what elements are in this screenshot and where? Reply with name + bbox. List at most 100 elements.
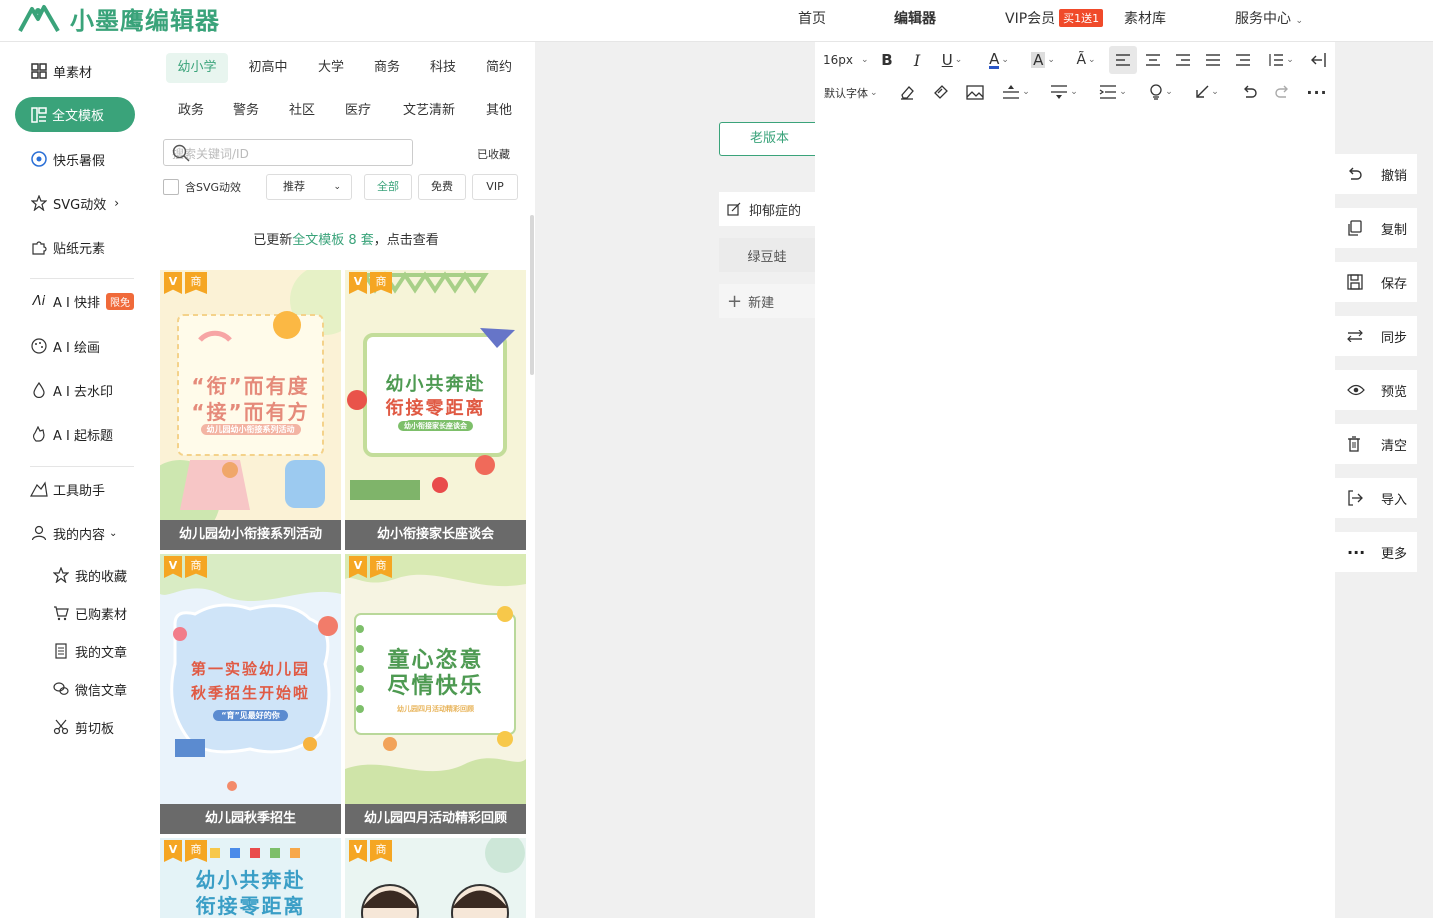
document-item[interactable]: 绿豆蛙 bbox=[719, 238, 815, 272]
arrow-down-left-icon[interactable]: ⌄ bbox=[1189, 82, 1225, 102]
eraser-icon[interactable] bbox=[897, 82, 917, 102]
template-card[interactable]: 第一实验幼儿园 秋季招生开始啦 “育”见最好的你 V商 幼儿园秋季招生 bbox=[160, 554, 341, 834]
export-icon[interactable] bbox=[1307, 50, 1329, 70]
font-size-select[interactable]: 16px ⌄ bbox=[823, 53, 869, 67]
undo-button[interactable]: 撤销 bbox=[1335, 154, 1417, 194]
sidebar-item-favorites[interactable]: 我的收藏 bbox=[52, 564, 127, 586]
sidebar-item-my-content[interactable]: 我的内容 ⌄ bbox=[30, 522, 117, 544]
sidebar-item-ai-draw[interactable]: A I 绘画 bbox=[30, 335, 100, 357]
category-tab[interactable]: 幼小学 bbox=[166, 53, 228, 83]
sidebar-item-ai-title[interactable]: A I 起标题 bbox=[30, 423, 113, 445]
favorites-link[interactable]: 已收藏 bbox=[477, 146, 510, 162]
svg-filter-checkbox[interactable]: 含SVG动效 bbox=[163, 179, 241, 195]
sidebar-item-ai-watermark[interactable]: A I 去水印 bbox=[30, 379, 113, 401]
spacing-before-icon[interactable]: ⌄ bbox=[998, 82, 1034, 102]
nav-service-label: 服务中心 bbox=[1235, 11, 1291, 27]
save-icon bbox=[1347, 274, 1365, 290]
font-family-select[interactable]: 默认字体 ⌄ bbox=[824, 85, 878, 101]
preview-button[interactable]: 预览 bbox=[1335, 370, 1417, 410]
notice-prefix: 已更新 bbox=[253, 233, 293, 248]
category-tab[interactable]: 文艺清新 bbox=[393, 96, 465, 126]
sidebar-item-ai-layout[interactable]: Λi A I 快排 限免 bbox=[30, 290, 134, 312]
nav-vip[interactable]: VIP会员 买1送1 bbox=[1005, 8, 1104, 28]
bold-icon[interactable]: B bbox=[877, 50, 897, 70]
lightbulb-icon[interactable]: ⌄ bbox=[1143, 82, 1179, 102]
sidebar-item-tools[interactable]: 工具助手 bbox=[30, 478, 105, 500]
sidebar-item-label: 贴纸元素 bbox=[53, 241, 106, 257]
search-icon[interactable] bbox=[172, 144, 406, 165]
sidebar-item-templates[interactable]: 全文模板 bbox=[15, 97, 135, 132]
update-notice[interactable]: 已更新全文模板 8 套，点击查看 bbox=[163, 219, 529, 262]
filter-all[interactable]: 全部 bbox=[364, 174, 412, 200]
sync-button[interactable]: 同步 bbox=[1335, 316, 1417, 356]
search-input[interactable]: 搜索关键词/ID bbox=[163, 139, 413, 166]
font-color-icon[interactable]: A ⌄ bbox=[981, 50, 1017, 70]
spacing-after-icon[interactable]: ⌄ bbox=[1046, 82, 1082, 102]
palette-icon bbox=[30, 337, 48, 355]
category-tab[interactable]: 商务 bbox=[361, 53, 413, 83]
sidebar-item-stickers[interactable]: 贴纸元素 bbox=[30, 236, 105, 258]
category-tab[interactable]: 政务 bbox=[166, 96, 216, 126]
category-tab[interactable]: 简约 bbox=[473, 53, 525, 83]
editor-canvas[interactable]: 16px ⌄ B I U ⌄ A ⌄ A ⌄ Ã ⌄ ⌄ 默认字体 ⌄ ⌄ ⌄ ⌄ ⌄ ⌄ … bbox=[815, 42, 1335, 918]
template-card[interactable]: 童心恣意 尽情快乐 幼儿园四月活动精彩回顾 V商 幼儿园四月活动精彩回顾 bbox=[345, 554, 526, 834]
nav-service[interactable]: 服务中心 ⌄ bbox=[1235, 8, 1303, 28]
category-tab[interactable]: 医疗 bbox=[333, 96, 383, 126]
card-subtitle-text: “育”见最好的你 bbox=[213, 710, 288, 721]
more-icon[interactable]: ··· bbox=[1305, 82, 1329, 102]
align-left-icon[interactable] bbox=[1109, 46, 1137, 74]
align-justify-icon[interactable] bbox=[1203, 50, 1223, 70]
category-tab[interactable]: 科技 bbox=[417, 53, 469, 83]
category-tab[interactable]: 大学 bbox=[305, 53, 357, 83]
category-tab[interactable]: 警务 bbox=[221, 96, 271, 126]
template-card[interactable]: “衔”而有度 “接”而有方 幼儿园幼小衔接系列活动 V商 幼儿园幼小衔接系列活动 bbox=[160, 270, 341, 550]
sort-select[interactable]: 推荐 ⌄ bbox=[266, 174, 352, 200]
new-document-button[interactable]: + 新建 bbox=[719, 284, 815, 318]
template-card[interactable]: 幼小共奔赴 衔接零距离 幼小衔接家长座谈会 V商 幼小衔接家长座谈会 bbox=[345, 270, 526, 550]
card-caption: 幼儿园幼小衔接系列活动 bbox=[160, 520, 341, 550]
filter-free[interactable]: 免费 bbox=[418, 174, 466, 200]
star-icon bbox=[52, 566, 70, 584]
more-button[interactable]: ··· 更多 bbox=[1335, 532, 1417, 572]
italic-icon[interactable]: I bbox=[907, 50, 927, 70]
redo-icon[interactable] bbox=[1271, 82, 1293, 102]
underline-icon[interactable]: U ⌄ bbox=[935, 50, 969, 70]
indent-icon[interactable] bbox=[1233, 50, 1253, 70]
clear-button[interactable]: 清空 bbox=[1335, 424, 1417, 464]
document-item[interactable]: 抑郁症的 bbox=[719, 192, 815, 226]
nav-editor[interactable]: 编辑器 bbox=[894, 8, 936, 28]
font-size-value: 16px bbox=[823, 53, 853, 67]
copy-button[interactable]: 复制 bbox=[1335, 208, 1417, 248]
checkbox[interactable] bbox=[163, 179, 179, 195]
line-height-icon[interactable]: ⌄ bbox=[1263, 50, 1299, 70]
text-effect-icon[interactable]: Ã ⌄ bbox=[1068, 50, 1104, 70]
import-button[interactable]: 导入 bbox=[1335, 478, 1417, 518]
template-card[interactable]: V商 bbox=[345, 838, 526, 918]
filter-vip[interactable]: VIP bbox=[472, 174, 518, 200]
save-button[interactable]: 保存 bbox=[1335, 262, 1417, 302]
panel-scrollbar[interactable] bbox=[530, 215, 534, 375]
sidebar-item-clipboard[interactable]: 剪切板 bbox=[52, 716, 114, 738]
logo[interactable]: 小墨鹰编辑器 bbox=[18, 2, 220, 35]
sidebar-item-svg[interactable]: SVG动效 › bbox=[30, 192, 119, 214]
category-tab[interactable]: 社区 bbox=[277, 96, 327, 126]
sidebar-item-summer[interactable]: 快乐暑假 bbox=[30, 148, 105, 170]
align-right-icon[interactable] bbox=[1173, 50, 1193, 70]
align-center-icon[interactable] bbox=[1143, 50, 1163, 70]
undo-icon[interactable] bbox=[1239, 82, 1261, 102]
template-thumbnail bbox=[160, 554, 341, 804]
old-version-button[interactable]: 老版本 bbox=[719, 122, 819, 156]
letter-spacing-icon[interactable]: ⌄ bbox=[1095, 82, 1131, 102]
category-tab[interactable]: 初高中 bbox=[239, 53, 297, 83]
highlight-icon[interactable]: A ⌄ bbox=[1025, 50, 1061, 70]
nav-home[interactable]: 首页 bbox=[798, 8, 826, 28]
image-icon[interactable] bbox=[965, 82, 985, 102]
template-card[interactable]: 幼小共奔赴 衔接零距离 V商 bbox=[160, 838, 341, 918]
category-tab[interactable]: 其他 bbox=[473, 96, 525, 126]
sidebar-item-single[interactable]: 单素材 bbox=[30, 60, 92, 82]
sidebar-item-articles[interactable]: 我的文章 bbox=[52, 640, 127, 662]
nav-materials[interactable]: 素材库 bbox=[1124, 8, 1166, 28]
format-brush-icon[interactable] bbox=[931, 82, 951, 102]
sidebar-item-purchased[interactable]: 已购素材 bbox=[52, 602, 127, 624]
sidebar-item-wechat[interactable]: 微信文章 bbox=[52, 678, 127, 700]
